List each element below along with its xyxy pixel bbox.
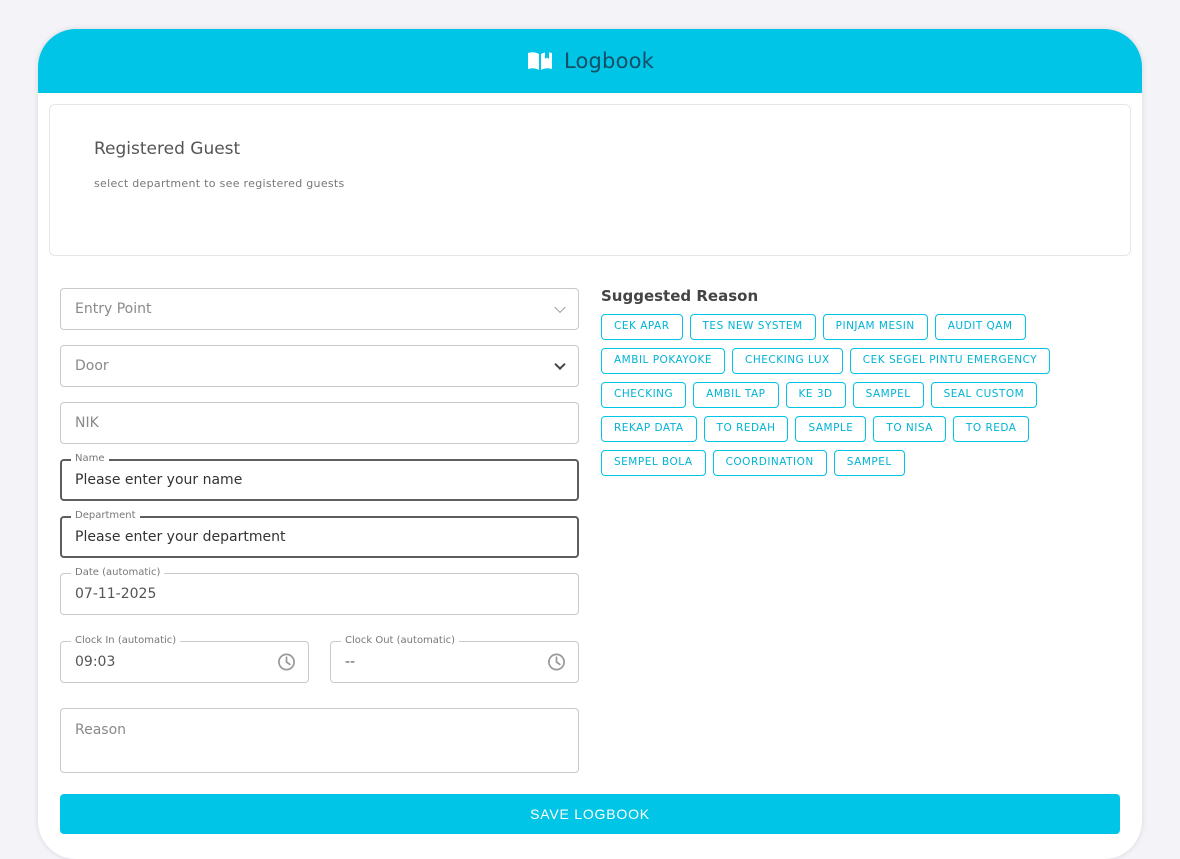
department-input[interactable]: Department Please enter your department [60,509,579,558]
reason-chip[interactable]: AMBIL TAP [693,382,779,408]
registered-guest-subtitle: select department to see registered gues… [94,177,345,190]
reason-chip[interactable]: SAMPEL [852,382,924,408]
reason-chip[interactable]: TO REDAH [703,416,789,442]
reason-textarea[interactable]: Reason [60,708,579,773]
name-input[interactable]: Name Please enter your name [60,452,579,501]
name-label: Name [71,452,109,466]
reason-chip[interactable]: CHECKING [601,382,687,408]
department-value: Please enter your department [75,529,286,545]
reason-chip[interactable]: TES NEW SYSTEM [689,314,816,340]
reason-chip[interactable]: SAMPLE [795,416,867,442]
chevron-down-icon [554,358,566,371]
app-title: Logbook [563,49,655,73]
clock-out-label: Clock Out (automatic) [341,634,460,648]
suggested-reason-title: Suggested Reason [601,287,759,305]
reason-chip[interactable]: SAMPEL [833,450,905,476]
header: Logbook [38,29,1142,93]
nik-placeholder: NIK [75,415,99,431]
reason-chip[interactable]: AMBIL POKAYOKE [601,348,726,374]
name-value: Please enter your name [75,472,243,488]
reason-chip[interactable]: REKAP DATA [601,416,697,442]
reason-chip[interactable]: TO REDA [952,416,1030,442]
suggested-reason-panel: Suggested Reason CEK APAR TES NEW SYSTEM P… [601,287,1081,476]
clock-out-input[interactable]: Clock Out (automatic) -- [330,634,579,683]
chevron-down-icon [554,301,566,314]
clock-icon[interactable] [277,653,296,672]
registered-guest-panel: Registered Guest select department to se… [49,104,1131,256]
date-value: 07-11-2025 [75,586,157,602]
nik-input[interactable]: NIK [60,402,579,444]
clock-in-label: Clock In (automatic) [71,634,181,648]
date-input[interactable]: Date (automatic) 07-11-2025 [60,566,579,615]
date-label: Date (automatic) [71,566,165,580]
reason-chip[interactable]: CHECKING LUX [732,348,843,374]
door-placeholder: Door [75,358,109,374]
reason-chip[interactable]: TO NISA [873,416,946,442]
reason-chip[interactable]: COORDINATION [712,450,827,476]
clock-in-input[interactable]: Clock In (automatic) 09:03 [60,634,309,683]
department-label: Department [71,509,140,523]
reason-chip[interactable]: PINJAM MESIN [822,314,928,340]
clock-in-value: 09:03 [75,654,116,670]
save-logbook-button[interactable]: SAVE LOGBOOK [60,794,1120,834]
logbook-card: Logbook Registered Guest select departme… [38,29,1142,859]
reason-chip[interactable]: CEK SEGEL PINTU EMERGENCY [849,348,1051,374]
reason-chip[interactable]: AUDIT QAM [934,314,1026,340]
clock-out-value: -- [345,654,356,670]
entry-point-select[interactable]: Entry Point [60,288,579,330]
book-open-icon [527,52,552,70]
reason-chip[interactable]: CEK APAR [601,314,683,340]
registered-guest-title: Registered Guest [94,139,241,159]
reason-chip[interactable]: SEAL CUSTOM [930,382,1038,408]
suggested-reason-chips: CEK APAR TES NEW SYSTEM PINJAM MESIN AUDIT … [601,314,1081,476]
reason-chip[interactable]: KE 3D [785,382,846,408]
clock-icon[interactable] [547,653,566,672]
reason-placeholder: Reason [75,722,127,738]
door-select[interactable]: Door [60,345,579,387]
reason-chip[interactable]: SEMPEL BOLA [601,450,706,476]
entry-point-placeholder: Entry Point [75,301,152,317]
